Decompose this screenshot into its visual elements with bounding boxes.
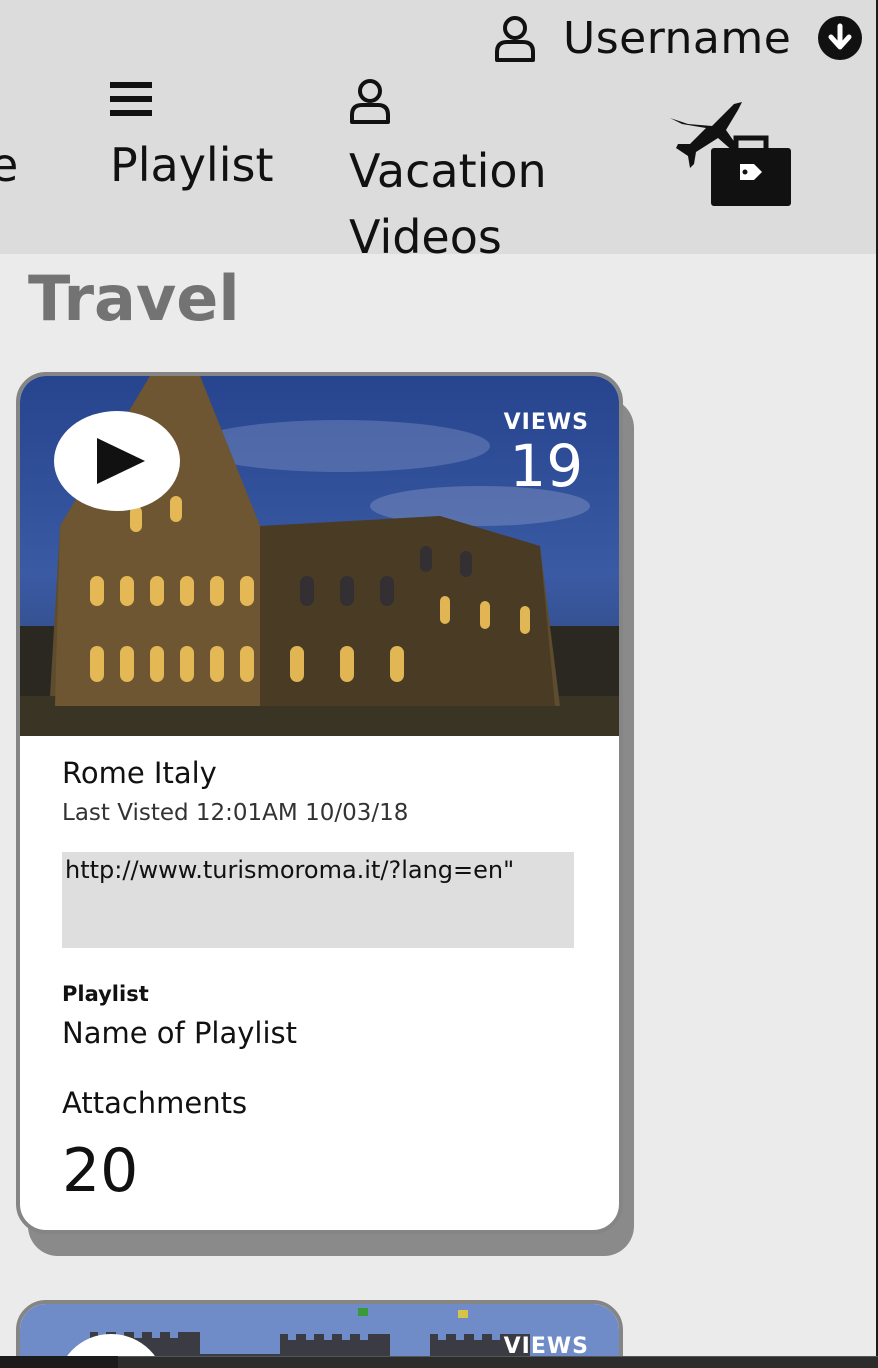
views-count: 19 xyxy=(509,432,584,500)
video-thumbnail[interactable]: VIEWS 19 xyxy=(20,376,619,736)
hamburger-icon xyxy=(110,82,152,116)
user-icon xyxy=(350,79,390,124)
horizontal-scrollbar[interactable] xyxy=(118,1356,878,1368)
user-icon xyxy=(495,16,535,62)
playlist-label: Playlist xyxy=(62,982,149,1006)
video-card[interactable]: VIEWS 19 Rome Italy Last Visted 12:01AM … xyxy=(16,372,623,1234)
nav-item-vacation-videos[interactable]: Vacation Videos xyxy=(349,78,547,264)
page: Username e Playlist Vacation Videos Trav… xyxy=(0,0,878,1368)
attachments-label: Attachments xyxy=(62,1086,248,1120)
bottom-bar xyxy=(0,1356,878,1368)
user-menu[interactable]: Username xyxy=(493,10,863,66)
nav-label: Vacation Videos xyxy=(349,144,547,264)
nav-item-playlist[interactable]: Playlist xyxy=(110,80,274,192)
url-field[interactable]: http://www.turismoroma.it/?lang=en" xyxy=(62,852,574,948)
last-visited: Last Visted 12:01AM 10/03/18 xyxy=(62,800,409,826)
plane-luggage-icon[interactable] xyxy=(664,98,794,210)
section-title: Travel xyxy=(28,262,240,335)
views-counter: VIEWS 19 xyxy=(504,410,589,497)
nav-item-partial[interactable]: e xyxy=(0,138,18,192)
nav-label: Playlist xyxy=(110,138,274,192)
username-label: Username xyxy=(563,12,792,64)
playlist-name: Name of Playlist xyxy=(62,1016,298,1050)
chevron-down-icon[interactable] xyxy=(817,15,863,61)
top-header: Username e Playlist Vacation Videos xyxy=(0,0,878,264)
attachments-count: 20 xyxy=(62,1136,139,1206)
place-title: Rome Italy xyxy=(62,756,217,790)
play-icon[interactable] xyxy=(53,410,181,512)
